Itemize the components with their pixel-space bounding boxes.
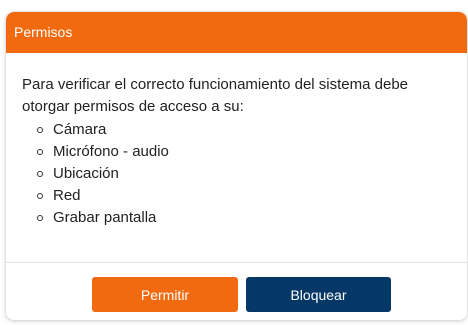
- dialog-title: Permisos: [14, 24, 73, 40]
- permission-label: Grabar pantalla: [53, 209, 157, 226]
- block-button[interactable]: Bloquear: [246, 277, 391, 312]
- bullet-icon: [37, 193, 43, 199]
- bullet-icon: [37, 171, 43, 177]
- footer-divider: [6, 262, 467, 263]
- permission-message: Para verificar el correcto funcionamient…: [22, 76, 409, 115]
- permission-item-location: Ubicación: [36, 163, 452, 185]
- permission-label: Ubicación: [53, 165, 119, 182]
- permission-item-microphone: Micrófono - audio: [36, 141, 452, 163]
- permissions-dialog: Permisos Para verificar el correcto func…: [6, 12, 467, 320]
- permission-item-screen-recording: Grabar pantalla: [36, 207, 452, 229]
- bullet-icon: [37, 149, 43, 155]
- allow-button[interactable]: Permitir: [92, 277, 238, 312]
- permission-label: Cámara: [53, 121, 107, 138]
- permission-label: Micrófono - audio: [53, 143, 169, 160]
- bullet-icon: [37, 215, 43, 221]
- permission-item-network: Red: [36, 185, 452, 207]
- dialog-header: Permisos: [6, 12, 467, 53]
- bullet-icon: [37, 127, 43, 133]
- permission-label: Red: [53, 187, 81, 204]
- dialog-body: Para verificar el correcto funcionamient…: [22, 74, 452, 229]
- permission-item-camera: Cámara: [36, 119, 452, 141]
- permission-list: Cámara Micrófono - audio Ubicación Red G…: [22, 119, 452, 229]
